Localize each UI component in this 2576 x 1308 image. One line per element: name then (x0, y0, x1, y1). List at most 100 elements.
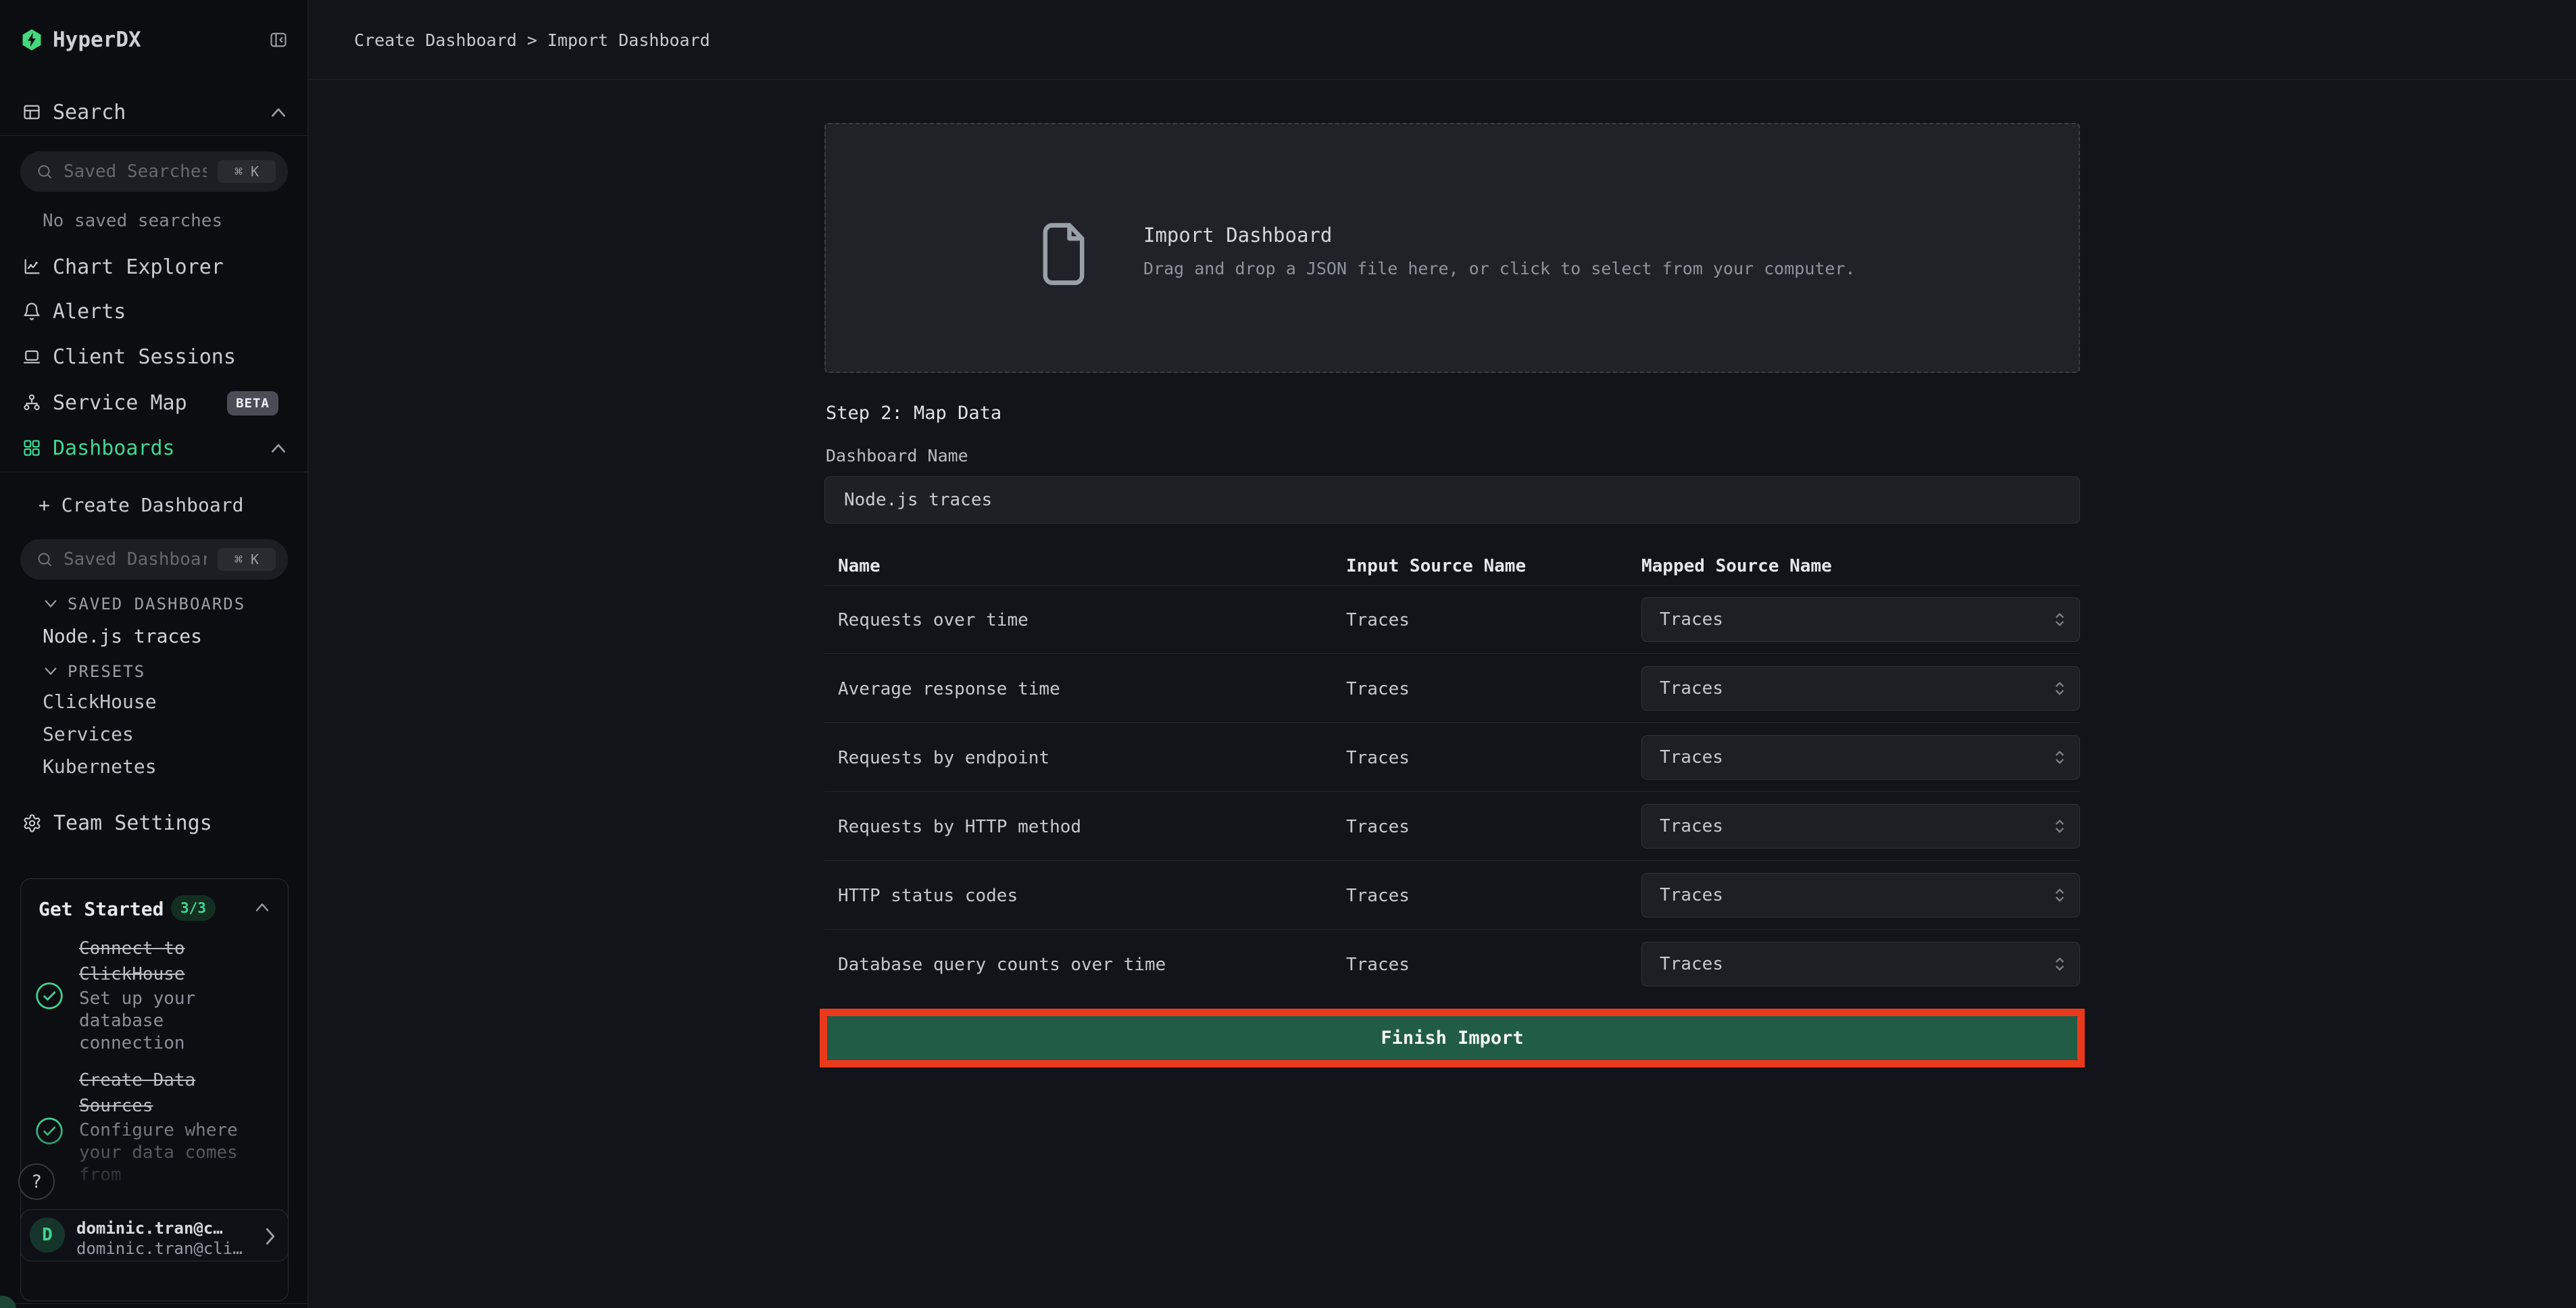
sidebar-item-label: Alerts (53, 300, 126, 324)
saved-dashboards-input[interactable]: Saved Dashboards ⌘ K (20, 539, 288, 580)
select-value: Traces (1642, 885, 2052, 905)
chevron-up-down-icon (2052, 815, 2079, 837)
service-map-icon (22, 393, 41, 412)
mapped-source-select[interactable]: Traces (1641, 942, 2080, 986)
group-label: SAVED DASHBOARDS (68, 595, 245, 613)
get-started-title: Get Started (39, 898, 164, 920)
select-value: Traces (1642, 609, 2052, 630)
row-input-source: Traces (1346, 955, 1410, 975)
chevron-up-icon[interactable] (254, 902, 270, 912)
sidebar-item-client-sessions[interactable]: Client Sessions (0, 343, 308, 370)
table-row: Requests by HTTP method Traces Traces (824, 792, 2080, 861)
sidebar-preset-clickhouse[interactable]: ClickHouse (43, 690, 157, 713)
column-header-name: Name (838, 556, 881, 576)
chevron-up-down-icon (2052, 884, 2079, 906)
mapped-source-select[interactable]: Traces (1641, 804, 2080, 849)
get-started-item-description: Configure where your data comes from (79, 1120, 249, 1186)
dashboards-grid-icon (22, 438, 41, 457)
get-started-item-title[interactable]: Connect to ClickHouse (79, 936, 249, 987)
select-value: Traces (1642, 816, 2052, 836)
user-name: dominic.tran@c… (76, 1219, 223, 1238)
table-row: Requests by endpoint Traces Traces (824, 723, 2080, 792)
sidebar-item-team-settings[interactable]: Team Settings (0, 809, 308, 836)
row-input-source: Traces (1346, 610, 1410, 630)
chevron-up-icon[interactable] (270, 107, 287, 118)
row-name: Requests by HTTP method (838, 817, 1081, 837)
sidebar-item-chart-explorer[interactable]: Chart Explorer (0, 253, 308, 280)
breadcrumb-parent[interactable]: Create Dashboard (354, 30, 517, 50)
user-account-card[interactable]: D dominic.tran@c… dominic.tran@cli… (20, 1209, 289, 1261)
avatar: D (30, 1217, 65, 1253)
table-row: Average response time Traces Traces (824, 654, 2080, 723)
sidebar-item-alerts[interactable]: Alerts (0, 298, 308, 325)
table-row: HTTP status codes Traces Traces (824, 861, 2080, 930)
row-input-source: Traces (1346, 748, 1410, 768)
saved-dashboards-group-header[interactable]: SAVED DASHBOARDS (43, 595, 245, 613)
import-dropzone[interactable] (824, 123, 2080, 373)
search-icon (36, 551, 53, 568)
column-header-input-source: Input Source Name (1346, 556, 1526, 576)
table-row: Database query counts over time Traces T… (824, 930, 2080, 999)
screen: HyperDX Search Saved Searches ⌘ K No sav… (0, 0, 2576, 1308)
chevron-up-down-icon (2052, 678, 2079, 699)
saved-searches-input[interactable]: Saved Searches ⌘ K (20, 151, 288, 192)
create-dashboard-button[interactable]: + Create Dashboard (39, 494, 243, 516)
get-started-item-title[interactable]: Create Data Sources (79, 1067, 249, 1119)
sidebar-item-label: Dashboards (53, 436, 175, 460)
search-icon (36, 164, 53, 180)
mapped-source-select[interactable]: Traces (1641, 873, 2080, 917)
annotation-highlight-box: Finish Import (820, 1009, 2085, 1067)
presets-group-header[interactable]: PRESETS (43, 662, 145, 681)
saved-dashboards-placeholder: Saved Dashboards (64, 549, 207, 570)
file-icon (1041, 223, 1087, 285)
mapped-source-select[interactable]: Traces (1641, 735, 2080, 780)
chart-explorer-icon (22, 257, 41, 276)
bell-icon (22, 302, 41, 321)
select-value: Traces (1642, 747, 2052, 768)
sidebar-dashboard-item-nodejs-traces[interactable]: Node.js traces (43, 625, 202, 647)
saved-searches-placeholder: Saved Searches (64, 161, 207, 182)
header-divider (309, 79, 2576, 80)
select-value: Traces (1642, 954, 2052, 974)
sidebar-collapse-button[interactable] (269, 30, 288, 49)
panel-collapse-icon (269, 30, 288, 49)
shortcut-badge: ⌘ K (218, 160, 276, 183)
sidebar-preset-kubernetes[interactable]: Kubernetes (43, 755, 157, 778)
sidebar-item-label: Chart Explorer (53, 255, 224, 279)
breadcrumb-current: Import Dashboard (547, 30, 710, 50)
chat-launcher-sliver (0, 1296, 16, 1308)
help-label: ? (31, 1172, 42, 1192)
check-circle-icon (34, 981, 64, 1011)
divider (0, 135, 308, 136)
sidebar-item-label: Team Settings (53, 811, 212, 835)
mapped-source-select[interactable]: Traces (1641, 666, 2080, 711)
dashboard-name-input[interactable] (824, 476, 2080, 524)
shortcut-badge: ⌘ K (218, 548, 276, 571)
no-saved-searches-text: No saved searches (43, 211, 222, 231)
check-circle-icon (34, 1116, 64, 1146)
sidebar-section-search[interactable]: Search (0, 99, 308, 126)
sidebar-item-dashboards[interactable]: Dashboards (0, 434, 308, 461)
sidebar-item-label: Service Map (53, 391, 187, 415)
column-header-mapped-source: Mapped Source Name (1641, 556, 1832, 576)
chevron-up-icon[interactable] (270, 443, 287, 453)
help-button[interactable]: ? (18, 1163, 55, 1200)
get-started-item-description: Set up your database connection (79, 988, 249, 1055)
chevron-up-down-icon (2052, 747, 2079, 768)
sidebar-preset-services[interactable]: Services (43, 723, 134, 745)
sidebar-section-label: Search (53, 101, 126, 124)
breadcrumb: Create Dashboard > Import Dashboard (354, 30, 710, 50)
row-input-source: Traces (1346, 886, 1410, 906)
mapped-source-select[interactable]: Traces (1641, 597, 2080, 642)
select-value: Traces (1642, 678, 2052, 699)
sidebar-item-label: Client Sessions (53, 345, 236, 369)
chevron-right-icon (265, 1228, 276, 1245)
finish-import-button[interactable]: Finish Import (827, 1016, 2077, 1060)
beta-badge: BETA (227, 391, 278, 416)
row-name: Database query counts over time (838, 955, 1166, 975)
hyperdx-logo-icon (20, 28, 43, 51)
sidebar: HyperDX Search Saved Searches ⌘ K No sav… (0, 0, 308, 1308)
row-input-source: Traces (1346, 817, 1410, 837)
table-icon (22, 103, 41, 122)
dashboard-name-label: Dashboard Name (826, 446, 968, 466)
